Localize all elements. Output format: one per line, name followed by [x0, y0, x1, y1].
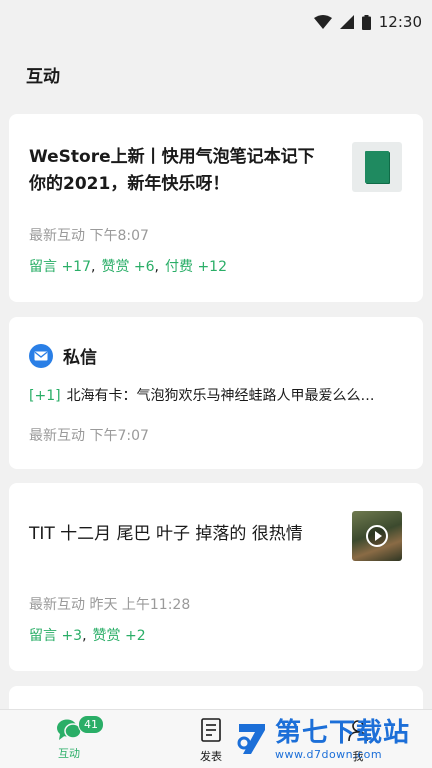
play-icon: [366, 525, 388, 547]
private-messages-card[interactable]: 私信 [+1] 北海有卡：气泡狗欢乐马神经蛙路人甲最爱么么… 最新互动 下午7:0…: [9, 317, 423, 469]
page-title: 互动: [26, 67, 60, 87]
mail-icon: [29, 343, 53, 368]
latest-interaction: 最新互动 昨天 上午11:28: [29, 597, 191, 613]
article-title: WeStore上新丨快用气泡笔记本记下你的2021，新年快乐呀！: [29, 147, 315, 194]
messages-title: 私信: [63, 348, 97, 368]
document-icon: [200, 718, 222, 745]
article-thumbnail: [352, 142, 402, 192]
video-thumbnail: [352, 511, 402, 561]
tab-publish[interactable]: 发表: [200, 718, 222, 764]
watermark-logo-icon: [235, 718, 269, 760]
separator: ,: [91, 259, 96, 275]
chat-bubbles-icon: 41: [56, 715, 104, 742]
site-watermark: 第七下载站 www.d7down.com: [235, 712, 430, 766]
tab-interaction[interactable]: 41 互动: [56, 715, 104, 761]
paid-count: 付费 +12: [165, 259, 227, 275]
battery-icon: [361, 14, 371, 30]
rewards-count: 赞赏 +6: [101, 259, 155, 275]
interaction-stats: 留言 +17, 赞赏 +6, 付费 +12: [29, 256, 227, 276]
interaction-stats: 留言 +3, 赞赏 +2: [29, 625, 146, 645]
new-count-tag: [+1]: [29, 388, 61, 404]
watermark-name: 第七下载站: [275, 717, 411, 748]
rewards-count: 赞赏 +2: [92, 628, 146, 644]
unread-badge: 41: [78, 715, 104, 734]
article-title: TIT 十二月 尾巴 叶子 掉落的 很热情: [29, 524, 303, 544]
article-card[interactable]: TIT 十二月 尾巴 叶子 掉落的 很热情 最新互动 昨天 上午11:28 留言…: [9, 483, 423, 671]
tab-label: 互动: [58, 747, 80, 760]
separator: ,: [82, 628, 87, 644]
comments-count: 留言 +3: [29, 628, 83, 644]
watermark-url: www.d7down.com: [275, 747, 383, 761]
notebook-image: [365, 151, 389, 183]
watermark-text: 第七下载站 www.d7down.com: [275, 718, 410, 761]
messages-header: 私信: [29, 343, 97, 368]
separator: ,: [154, 259, 159, 275]
article-card[interactable]: WeStore上新丨快用气泡笔记本记下你的2021，新年快乐呀！ 最新互动 下午…: [9, 114, 423, 302]
wifi-icon: [313, 15, 332, 29]
cell-signal-icon: [339, 15, 354, 29]
tab-label: 发表: [200, 750, 222, 763]
status-time: 12:30: [378, 13, 422, 31]
latest-interaction: 最新互动 下午8:07: [29, 228, 149, 244]
message-text: 北海有卡：气泡狗欢乐马神经蛙路人甲最爱么么…: [66, 388, 375, 404]
status-bar: 12:30: [0, 0, 432, 44]
message-preview: [+1] 北海有卡：气泡狗欢乐马神经蛙路人甲最爱么么…: [29, 385, 409, 405]
comments-count: 留言 +17: [29, 259, 91, 275]
latest-interaction: 最新互动 下午7:07: [29, 428, 149, 444]
